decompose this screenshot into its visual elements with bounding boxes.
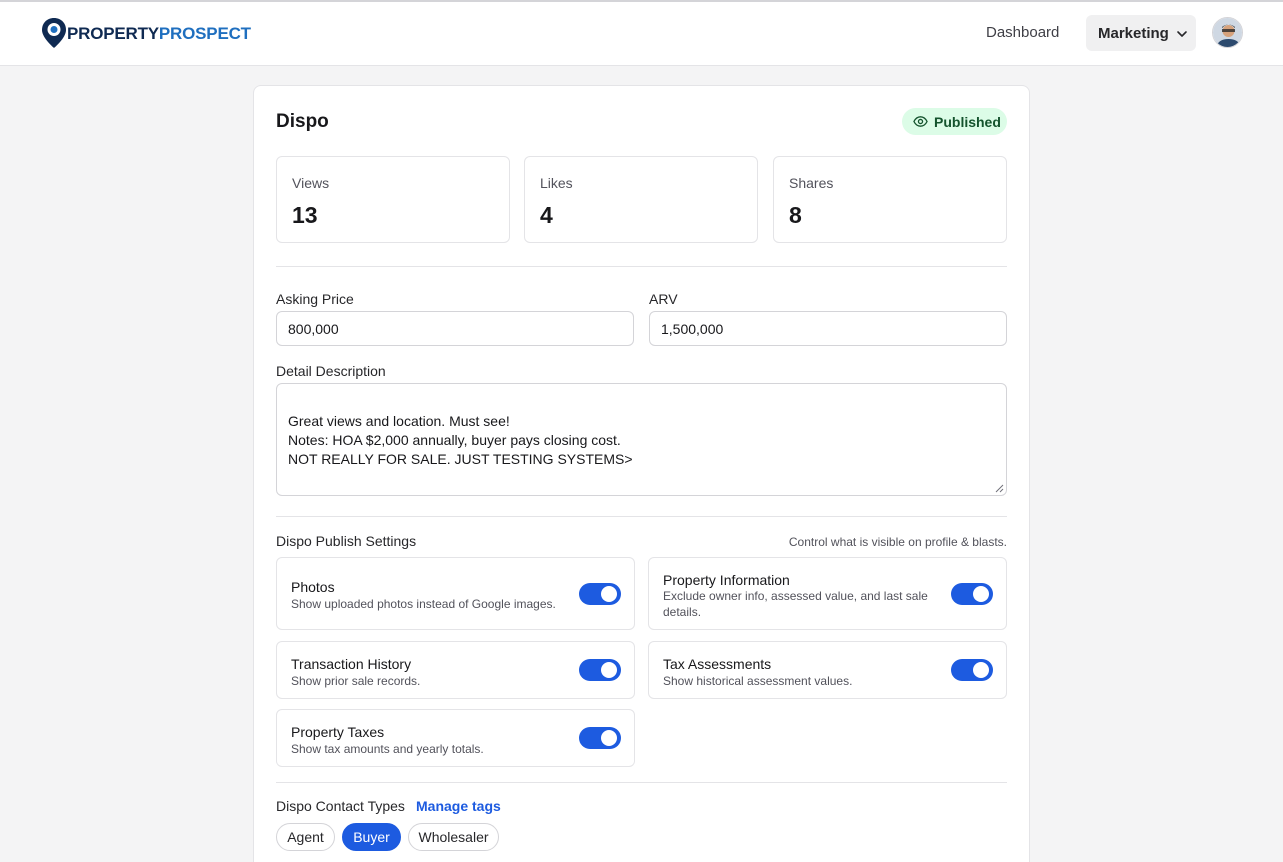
setting-title: Property Information <box>663 572 790 588</box>
setting-photos: Photos Show uploaded photos instead of G… <box>276 557 635 630</box>
property-information-toggle[interactable] <box>951 583 993 605</box>
setting-transaction-history: Transaction History Show prior sale reco… <box>276 641 635 699</box>
setting-description: Show historical assessment values. <box>663 674 853 688</box>
setting-title: Photos <box>291 579 335 595</box>
arv-label: ARV <box>649 291 678 307</box>
tag-buyer[interactable]: Buyer <box>342 823 401 851</box>
contact-types-label: Dispo Contact Types <box>276 798 405 814</box>
setting-title: Transaction History <box>291 656 412 672</box>
stat-card-likes: Likes 4 <box>524 156 758 243</box>
toggle-knob <box>601 586 617 602</box>
stat-value: 8 <box>789 202 802 228</box>
description-label: Detail Description <box>276 363 386 379</box>
nav-dashboard-link[interactable]: Dashboard <box>986 24 1059 41</box>
setting-title: Property Taxes <box>291 724 385 740</box>
asking-price-label: Asking Price <box>276 291 354 307</box>
marketing-dropdown[interactable]: Marketing <box>1086 15 1196 51</box>
asking-price-input[interactable] <box>276 311 634 346</box>
setting-title: Tax Assessments <box>663 656 772 672</box>
status-badge-label: Published <box>934 113 1001 130</box>
marketing-label: Marketing <box>1098 24 1169 42</box>
top-navbar: PROPERTYPROSPECT Dashboard Marketing <box>0 2 1283 66</box>
toggle-knob <box>601 662 617 678</box>
stat-card-shares: Shares 8 <box>773 156 1007 243</box>
stat-card-views: Views 13 <box>276 156 510 243</box>
toggle-knob <box>601 730 617 746</box>
setting-description: Show tax amounts and yearly totals. <box>291 742 484 756</box>
page-title: Dispo <box>276 111 329 132</box>
chevron-down-icon <box>1176 27 1188 39</box>
divider <box>276 516 1007 517</box>
divider <box>276 266 1007 267</box>
stat-label: Views <box>292 175 330 191</box>
toggle-knob <box>973 662 989 678</box>
photos-toggle[interactable] <box>579 583 621 605</box>
dispo-card: Dispo Published Views 13 Likes 4 Shares … <box>253 85 1030 862</box>
property-taxes-toggle[interactable] <box>579 727 621 749</box>
description-textarea[interactable]: Great views and location. Must see! Note… <box>276 383 1007 496</box>
setting-tax-assessments: Tax Assessments Show historical assessme… <box>648 641 1007 699</box>
stat-label: Shares <box>789 175 834 191</box>
arv-input[interactable] <box>649 311 1007 346</box>
transaction-history-toggle[interactable] <box>579 659 621 681</box>
user-avatar[interactable] <box>1212 17 1243 48</box>
stat-value: 13 <box>292 202 318 228</box>
logo-text: PROPERTYPROSPECT <box>67 23 251 43</box>
manage-tags-link[interactable]: Manage tags <box>416 798 501 814</box>
stat-value: 4 <box>540 202 553 228</box>
status-badge: Published <box>902 108 1007 135</box>
logo[interactable]: PROPERTYPROSPECT <box>41 17 251 49</box>
setting-description: Show uploaded photos instead of Google i… <box>291 597 556 611</box>
publish-settings-title: Dispo Publish Settings <box>276 533 417 549</box>
resize-handle-icon[interactable] <box>995 484 1004 493</box>
eye-icon <box>913 116 928 127</box>
setting-property-information: Property Information Exclude owner info,… <box>648 557 1007 630</box>
publish-settings-hint: Control what is visible on profile & bla… <box>788 535 1007 549</box>
description-text: Great views and location. Must see! Note… <box>288 413 633 467</box>
setting-description: Exclude owner info, assessed value, and … <box>663 589 928 619</box>
stat-label: Likes <box>540 175 573 191</box>
setting-description: Show prior sale records. <box>291 674 421 688</box>
tag-agent[interactable]: Agent <box>276 823 335 851</box>
divider <box>276 782 1007 783</box>
toggle-knob <box>973 586 989 602</box>
setting-property-taxes: Property Taxes Show tax amounts and year… <box>276 709 635 767</box>
tag-wholesaler[interactable]: Wholesaler <box>408 823 499 851</box>
tax-assessments-toggle[interactable] <box>951 659 993 681</box>
map-pin-icon <box>41 17 67 49</box>
